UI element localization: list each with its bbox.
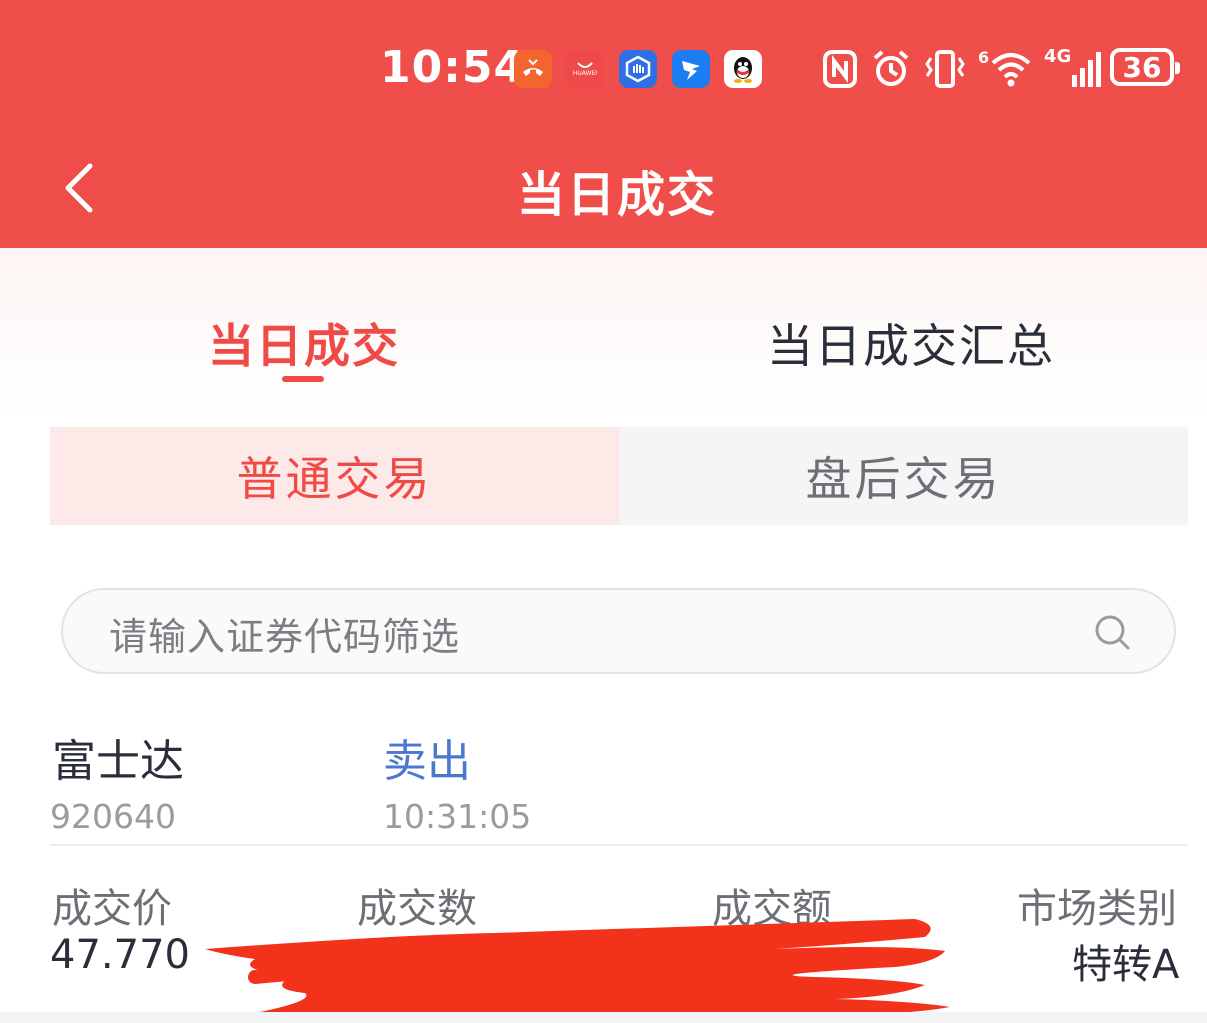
network-label: 4G [1044, 46, 1072, 67]
huawei-label: HUAWEI [572, 69, 598, 77]
status-time: 10:54 [380, 42, 526, 93]
security-app-icon [619, 50, 657, 88]
search-input[interactable]: 请输入证券代码筛选 [61, 588, 1176, 674]
search-placeholder: 请输入证券代码筛选 [109, 615, 461, 659]
price-label: 成交价 [52, 886, 172, 932]
divider [50, 844, 1188, 846]
market-label: 市场类别 [1017, 886, 1177, 932]
price-value: 47.770 [50, 932, 190, 978]
redaction-scribble [205, 919, 950, 1021]
search-icon[interactable] [1094, 614, 1132, 652]
battery-icon: 36 [1110, 48, 1180, 86]
status-bar: 10:54 HUAWEI 6 4G 36 [0, 40, 1207, 100]
wifi-label: 6 [978, 48, 990, 67]
segment-after-hours-trading[interactable]: 盘后交易 [619, 427, 1188, 525]
dingtalk-icon [672, 50, 710, 88]
app-header: 10:54 HUAWEI 6 4G 36 当日成交 [0, 0, 1207, 248]
tab-active-indicator [282, 376, 324, 382]
qq-icon [724, 50, 762, 88]
tab-daily-trades[interactable]: 当日成交 [208, 310, 400, 376]
vibrate-icon [922, 46, 968, 92]
trade-direction: 卖出 [383, 736, 471, 787]
nfc-icon [822, 46, 858, 92]
tab-daily-trades-summary[interactable]: 当日成交汇总 [767, 310, 1055, 376]
wifi-icon: 6 [978, 46, 1033, 92]
missed-call-icon [514, 50, 552, 88]
segment-regular-trading[interactable]: 普通交易 [50, 427, 619, 525]
signal-icon: 4G [1044, 46, 1105, 92]
page-title: 当日成交 [516, 167, 717, 223]
bottom-strip [0, 1012, 1207, 1023]
market-value: 特转A [1072, 942, 1180, 988]
huawei-appgallery-icon: HUAWEI [566, 50, 604, 88]
stock-code: 920640 [50, 797, 176, 836]
trade-time: 10:31:05 [383, 797, 532, 836]
stock-name: 富士达 [52, 736, 184, 787]
alarm-icon [870, 46, 912, 92]
